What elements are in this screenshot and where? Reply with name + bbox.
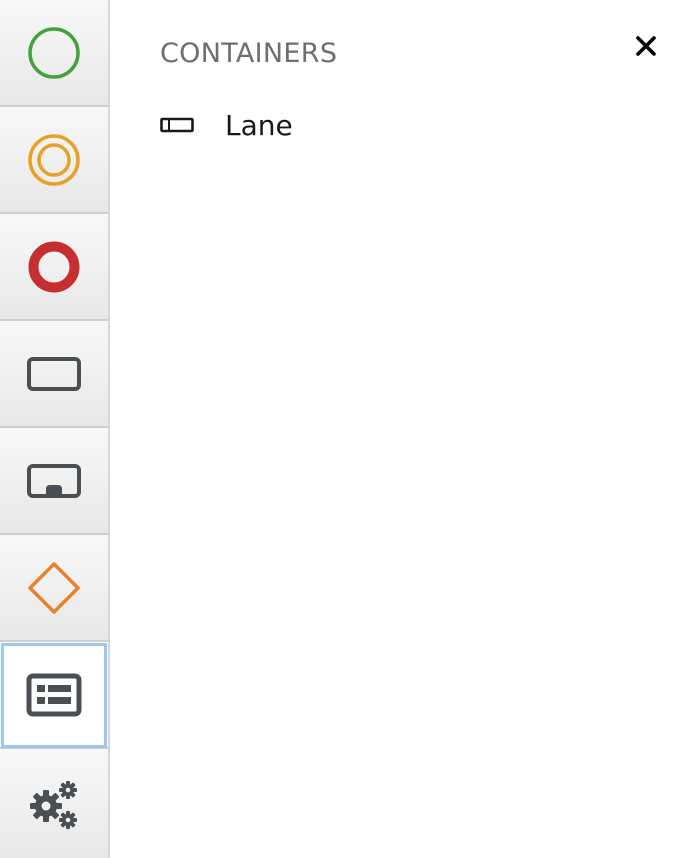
diamond-icon bbox=[26, 560, 82, 616]
circle-thin-icon bbox=[26, 25, 82, 81]
tool-activities[interactable] bbox=[0, 321, 108, 428]
panel-title: CONTAINERS bbox=[160, 38, 338, 69]
lane-icon bbox=[160, 117, 194, 133]
close-icon bbox=[635, 35, 657, 61]
subprocess-rect-icon bbox=[26, 461, 82, 501]
tool-intermediate-events[interactable] bbox=[0, 107, 108, 214]
tool-gateways[interactable] bbox=[0, 535, 108, 642]
containers-panel: CONTAINERS Lane bbox=[110, 0, 700, 858]
tool-start-events[interactable] bbox=[0, 0, 108, 107]
circle-thick-icon bbox=[26, 239, 82, 295]
double-circle-icon bbox=[26, 132, 82, 188]
tool-containers[interactable] bbox=[0, 642, 108, 749]
designer-palette: CONTAINERS Lane bbox=[0, 0, 700, 858]
tool-end-events[interactable] bbox=[0, 214, 108, 321]
form-list-icon bbox=[26, 673, 82, 717]
panel-item-label: Lane bbox=[225, 108, 293, 142]
panel-item-lane[interactable]: Lane bbox=[160, 104, 293, 146]
close-button[interactable] bbox=[630, 32, 662, 64]
rounded-rect-icon bbox=[26, 354, 82, 394]
palette-toolbar bbox=[0, 0, 110, 858]
gears-icon bbox=[26, 776, 82, 832]
tool-service-tasks[interactable] bbox=[0, 749, 108, 858]
tool-subprocesses[interactable] bbox=[0, 428, 108, 535]
